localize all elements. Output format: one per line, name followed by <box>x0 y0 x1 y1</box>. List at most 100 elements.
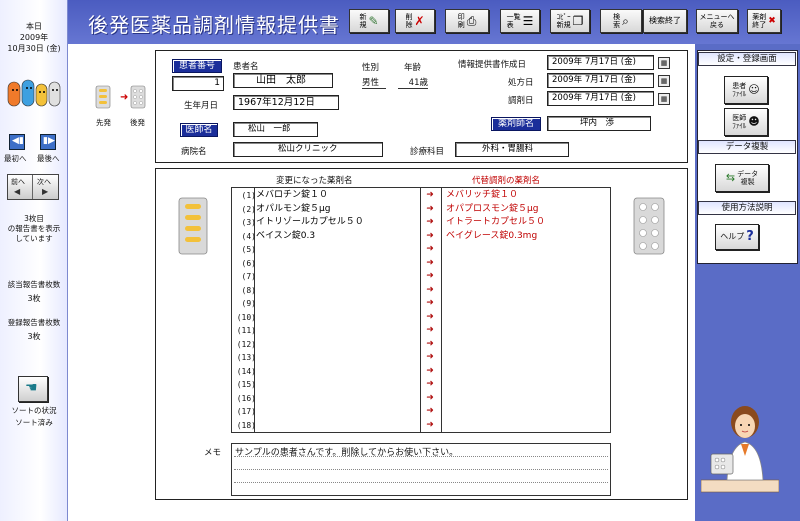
question-mark-icon: ? <box>746 229 754 244</box>
patient-name-field[interactable]: 山田 太郎 <box>233 73 333 88</box>
search-button[interactable]: 検 索 ⌕ <box>600 9 642 33</box>
doctor-field[interactable]: 松山 一郎 <box>233 122 318 137</box>
today-label: 本日 <box>26 22 42 31</box>
row-number: (8) <box>241 285 256 295</box>
prescribed-date-field[interactable]: 2009年 7月17日 (金) <box>547 73 654 88</box>
magnifier-icon: ⌕ <box>622 14 629 28</box>
table-row: (7) ➜ <box>232 270 610 284</box>
delete-button[interactable]: 削 除 ✗ <box>395 9 435 33</box>
arrow-right-icon: ➜ <box>426 298 434 308</box>
prev-next-control: 前へ ◀ 次へ ▶ <box>7 174 59 200</box>
gender-field[interactable]: 男性 <box>362 76 386 89</box>
dispensed-date-field[interactable]: 2009年 7月17日 (金) <box>547 91 654 106</box>
count-value: 3枚 <box>27 294 41 303</box>
help-button[interactable]: ヘルプ ? <box>715 224 759 250</box>
table-row: (9) ➜ <box>232 297 610 311</box>
age-field[interactable]: 41歳 <box>398 76 428 89</box>
backup-header: データ複製 <box>698 140 796 154</box>
gender-label: 性別 <box>362 63 380 73</box>
row-number: (2) <box>241 204 256 214</box>
new-medicine-name[interactable]: メバリッチ錠１０ <box>446 189 606 202</box>
arrow-right-icon: ➜ <box>426 230 434 241</box>
arrow-right-icon: ➜ <box>426 379 434 389</box>
row-number: (9) <box>241 299 256 308</box>
created-date-field[interactable]: 2009年 7月17日 (金) <box>547 55 654 70</box>
patient-name-label: 患者名 <box>233 62 259 72</box>
doctor-file-button[interactable]: 医師 ﾌｧｲﾙ ☻ <box>724 108 768 136</box>
department-label: 診療科目 <box>410 147 445 157</box>
arrow-right-icon: ➜ <box>426 352 434 362</box>
patient-id-field[interactable]: 1 <box>172 76 224 91</box>
new-medicine-name[interactable]: ベイグレース錠0.3mg <box>446 230 606 243</box>
arrow-right-icon: ➜ <box>426 244 434 254</box>
copy-new-button[interactable]: ｺﾋﾟｰ 新規 ❐ <box>550 9 590 33</box>
last-label: 最後へ <box>37 154 60 163</box>
last-record-button[interactable]: ▮▶ <box>40 134 56 150</box>
old-medicine-header: 変更になった薬剤名 <box>276 176 353 186</box>
row-number: (12) <box>236 339 256 349</box>
list-button[interactable]: 一覧 表 ☰ <box>500 9 540 33</box>
row-number: (7) <box>241 272 256 281</box>
table-row: (3) イトリゾールカプセル５０ ➜ イトラートカプセル５０ <box>232 216 610 230</box>
old-medicine-name[interactable]: ベイスン錠0.3 <box>256 230 416 243</box>
arrow-right-icon: ➜ <box>426 217 434 227</box>
age-label: 年齢 <box>404 63 422 73</box>
old-medicine-name[interactable]: メバロチン錠１０ <box>256 189 416 202</box>
old-medicine-name[interactable]: イトリゾールカプセル５０ <box>256 216 416 229</box>
arrow-right-icon: ➜ <box>426 190 434 200</box>
birth-field[interactable]: 1967年12月12日 <box>233 95 339 110</box>
arrow-right-icon: ➜ <box>426 257 434 268</box>
calendar-icon[interactable]: ▦ <box>658 93 670 105</box>
left-sidebar: 本日 2009年 10月30日 (金) ◀▮ ▮▶ 最初へ 最後へ 前へ ◀ 次… <box>0 0 68 521</box>
table-row: (16) ➜ <box>232 392 610 406</box>
old-medicine-name[interactable]: オパルモン錠５μg <box>256 203 416 216</box>
svg-text:➜: ➜ <box>120 92 128 103</box>
arrow-right-icon: ➜ <box>426 338 434 349</box>
data-backup-button[interactable]: ⇆ データ 複製 <box>715 164 769 192</box>
row-number: (11) <box>236 326 256 335</box>
department-field[interactable]: 外科・胃腸科 <box>455 142 569 157</box>
new-button[interactable]: 新 規 ✎ <box>349 9 389 33</box>
next-arrow-icon: ▶ <box>42 187 49 196</box>
first-record-button[interactable]: ◀▮ <box>9 134 25 150</box>
search-end-button[interactable]: 検索終了 <box>643 9 687 33</box>
pharmacist-label: 薬剤師名 <box>491 117 541 131</box>
calendar-icon[interactable]: ▦ <box>658 57 670 69</box>
copy-icon: ❐ <box>572 14 584 28</box>
print-button[interactable]: 印 刷 ⎙ <box>445 9 489 33</box>
pharmacist-illustration <box>700 402 780 494</box>
doctor-face-icon: ☻ <box>748 115 760 128</box>
arrow-right-icon: ➜ <box>426 271 434 281</box>
arrow-right-icon: ➜ <box>426 284 434 295</box>
dispensed-date-label: 調剤日 <box>508 96 534 106</box>
birth-label: 生年月日 <box>184 101 219 111</box>
memo-label: メモ <box>204 448 222 458</box>
today-year: 2009年 <box>19 33 49 42</box>
count-label: 該当報告書枚数 <box>7 280 61 289</box>
table-row: (11) ➜ <box>232 324 610 338</box>
new-medicine-name[interactable]: オパプロスモン錠５μg <box>446 203 606 216</box>
memo-field[interactable]: サンプルの患者さんです。削除してからお使い下さい。 <box>231 443 611 496</box>
patient-file-button[interactable]: 患者 ﾌｧｲﾙ ☺ <box>724 76 768 104</box>
table-row: (1) メバロチン錠１０ ➜ メバリッチ錠１０ <box>232 189 610 203</box>
hospital-label: 病院名 <box>181 147 207 157</box>
sort-hand-icon: ☚ <box>25 380 38 396</box>
exit-button[interactable]: 薬剤 終了 ✖ <box>747 9 781 33</box>
brand-label: 先発 <box>96 118 111 127</box>
table-row: (18) ➜ <box>232 419 610 433</box>
prev-record-button[interactable]: 前へ ◀ <box>8 175 33 199</box>
close-icon: ✖ <box>768 16 776 26</box>
calendar-icon[interactable]: ▦ <box>658 75 670 87</box>
delete-icon: ✗ <box>414 14 425 28</box>
back-to-menu-button[interactable]: メニューへ 戻る <box>696 9 738 33</box>
printer-icon: ⎙ <box>466 14 477 28</box>
new-medicine-name[interactable]: イトラートカプセル５０ <box>446 216 606 229</box>
new-medicine-header: 代替調剤の薬剤名 <box>472 176 541 186</box>
pharmacist-field[interactable]: 坪内 渉 <box>547 116 651 131</box>
hospital-field[interactable]: 松山クリニック <box>233 142 383 157</box>
created-date-label: 情報提供書作成日 <box>458 60 527 70</box>
sort-button[interactable]: ☚ <box>18 376 48 402</box>
next-record-button[interactable]: 次へ ▶ <box>34 175 59 199</box>
arrow-right-icon: ➜ <box>426 406 434 416</box>
brand-to-generic-image: ➜ <box>93 84 151 120</box>
